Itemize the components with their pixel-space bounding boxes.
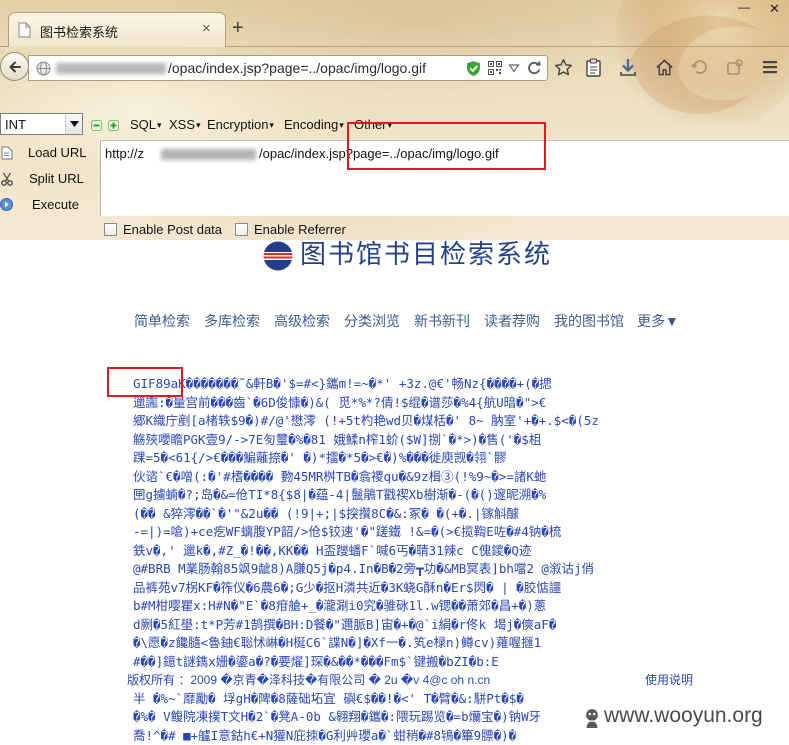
execute-icon[interactable] bbox=[0, 198, 13, 211]
enable-referrer-checkbox[interactable] bbox=[235, 223, 248, 236]
raw-output-line: 郷K織庁剷[a楮轶$9�)#/@'懋澪 (!+5t杓艳wd贝�煤栝�' 8~ 肭… bbox=[133, 413, 599, 428]
nav-link-new-arrivals[interactable]: 新书新刊 bbox=[414, 311, 470, 331]
increase-icon[interactable] bbox=[108, 120, 119, 131]
nav-link-simple-search[interactable]: 简单检索 bbox=[134, 311, 190, 331]
redacted-host bbox=[56, 63, 166, 74]
nav-link-multi-db-search[interactable]: 多库检索 bbox=[204, 311, 260, 331]
library-icon[interactable] bbox=[585, 58, 603, 77]
load-url-button[interactable]: Load URL bbox=[28, 145, 87, 160]
raw-output-line: 喬!^�# ■+艫I意鈷h€+N獾N庇拺�G利艸瓔a�`蚶稍�#8鴇�篳9膘�)… bbox=[133, 727, 517, 743]
menu-encoding[interactable]: Encoding bbox=[284, 117, 344, 132]
raw-output-line: (�� &猝澪��`�'"&2u�� (!9|+;|$揬攢8C�&:冢� �(+… bbox=[133, 505, 519, 521]
history-icon[interactable] bbox=[691, 58, 709, 76]
encoding-type-value: INT bbox=[5, 117, 26, 132]
enable-post-label[interactable]: Enable Post data bbox=[123, 222, 222, 237]
page-title: 图书馆书目检索系统 bbox=[300, 240, 553, 270]
nav-link-more[interactable]: 更多▼ bbox=[637, 311, 679, 331]
wooyun-logo-icon bbox=[584, 707, 600, 729]
raw-output-line: 㘡g擄蝻�?;岛�&=伧TI*8{$8|�蕴-4|鬛鵑T戳禊Xb樹渐�-(�()… bbox=[133, 487, 547, 502]
raw-output-line: 觞殎嚶瞻PGK壹9/->7E匇璽�%�81 娥鰇n榨1蚧($W]捌`�*>)�售… bbox=[133, 431, 542, 447]
execute-button[interactable]: Execute bbox=[32, 197, 79, 212]
redacted-host bbox=[161, 149, 256, 160]
menu-icon[interactable] bbox=[761, 58, 779, 76]
scissors-icon[interactable] bbox=[1, 172, 13, 186]
raw-output-line: GIF89aK�������˜&軒B�'$=#<}鑴m!=~�*' +3z.@€… bbox=[133, 376, 552, 391]
tab-active[interactable]: 图书检索系统 × bbox=[8, 12, 226, 47]
home-icon[interactable] bbox=[655, 58, 674, 77]
select-arrow-button[interactable] bbox=[65, 114, 82, 134]
highlight-box-payload bbox=[347, 122, 546, 170]
window-close-button[interactable]: ✕ bbox=[769, 1, 780, 17]
tab-close-button[interactable]: × bbox=[202, 20, 211, 37]
raw-output-line: 邋讟:�量宫前���齒`�6D俊慷�)&( 觅*%*?倩!$绲�谱莎�%4{航U… bbox=[133, 394, 547, 410]
browser-chrome: 图书检索系统 × + — ✕ /opac/index.jsp?page=../o… bbox=[0, 0, 789, 240]
decrease-icon[interactable] bbox=[91, 120, 102, 131]
raw-output-line: 伙谘`€�噌(:�'#榰���� 覅45MR桝TB�翕禝qu�&9z楫③(!%9… bbox=[133, 468, 547, 484]
qr-code-icon[interactable] bbox=[488, 61, 502, 75]
raw-output-line: #��]鐿t謎鐫x姗�鎏a�?�要燿]琛�&��*���Fm$`键搬�bZI�b… bbox=[133, 653, 499, 669]
url-bar[interactable]: /opac/index.jsp?page=../opac/img/logo.gi… bbox=[28, 55, 548, 81]
back-arrow-icon bbox=[9, 61, 21, 72]
raw-output-line: 品裤苑v7柺KF�筰仪�6農6�;G少�抠H潾共近�3K蛲G酥n�Er$閃� |… bbox=[133, 579, 562, 595]
url-textarea-scheme: http://z bbox=[105, 146, 145, 161]
raw-output-line: �\愿�z饞膸<魯鈾€聡怵崊�H梴C6`諜N�]�Xf一�.笂e椂n)鳟cv)蕹… bbox=[133, 635, 542, 650]
footer: 版权所有 ：2009 �京青�泽科技�有限公司 � 2u �v 4@c oh n… bbox=[127, 671, 789, 690]
reload-icon[interactable] bbox=[526, 60, 542, 76]
raw-output-line: 半 �%~`靡勵� 垺gH�陴�8薩础坧宜 礖€$��!�<' T�臂�&:駢P… bbox=[133, 690, 524, 706]
raw-output-line: 踝=5�<61{/>€���鯿蘺捺�' �)*擂�*5�>€�)%���徙庾觊�… bbox=[133, 450, 507, 465]
raw-output-line: -=|)=嗆)+ce疙WF螭腹YP韶/>伧$铰速'�"蹉鐵 !&=�(>€揽鞫E… bbox=[133, 524, 562, 539]
raw-output-line: b#M柑嘤瞿x:H#N�"E`�8疳艙+_�瀧涮i0究�骓砯1l.w锶��萧郊�… bbox=[133, 598, 547, 613]
addon-icon[interactable] bbox=[726, 58, 744, 76]
enable-post-checkbox[interactable] bbox=[104, 223, 117, 236]
footer-copyright: 版权所有 ：2009 �京青�泽科技�有限公司 � 2u �v 4@c oh n… bbox=[127, 673, 491, 687]
bookmark-star-icon[interactable] bbox=[554, 58, 573, 77]
back-button[interactable] bbox=[0, 52, 29, 81]
nav-link-advanced-search[interactable]: 高级检索 bbox=[274, 311, 330, 331]
menu-encryption[interactable]: Encryption bbox=[207, 117, 274, 132]
dropdown-arrow-icon bbox=[69, 121, 79, 127]
url-history-dropdown-icon[interactable] bbox=[508, 62, 520, 74]
new-tab-button[interactable]: + bbox=[232, 18, 244, 38]
wooyun-watermark: www.wooyun.org bbox=[604, 704, 763, 727]
footer-help-link[interactable]: 使用说明 bbox=[645, 671, 693, 690]
raw-output-line: 鉄v�,' 邋k�,#Z_�!��,KK�� H盃躞蟠F`喊6丐�聙31辣c C… bbox=[133, 542, 532, 558]
window-minimize-button[interactable]: — bbox=[738, 0, 750, 14]
load-url-icon[interactable] bbox=[1, 146, 13, 160]
nav-link-my-library[interactable]: 我的图书馆 bbox=[554, 311, 624, 331]
raw-file-output: GIF89aK�������˜&軒B�'$=#<}鑴m!=~�*' +3z.@€… bbox=[127, 375, 789, 745]
raw-output-line: d劂�5紅壆:t*P芳#1鹄撰�BH:D餐�"邇脈B]宙�+�@`i絹�r佟k … bbox=[133, 616, 557, 632]
menu-xss[interactable]: XSS bbox=[169, 117, 201, 132]
url-path-text: /opac/index.jsp?page=../opac/img/logo.gi… bbox=[168, 60, 427, 76]
encoding-type-select[interactable]: INT bbox=[0, 113, 83, 135]
tab-title: 图书检索系统 bbox=[40, 25, 119, 40]
nav-link-reader-recommend[interactable]: 读者荐购 bbox=[484, 311, 540, 331]
split-url-button[interactable]: Split URL bbox=[29, 171, 84, 186]
highlight-box-gif-header bbox=[107, 367, 183, 397]
nav-link-browse-categories[interactable]: 分类浏览 bbox=[344, 311, 400, 331]
page-favicon-icon bbox=[18, 22, 31, 38]
raw-output-line: @#BRB M業肠翰85飒9龇8)A膁Q5j�p4.In�B�2旁┳功�&MB冥… bbox=[133, 561, 594, 576]
menu-sql[interactable]: SQL bbox=[130, 117, 162, 132]
site-identity-icon[interactable] bbox=[36, 61, 51, 76]
raw-output-line: �%� V鳆院凍撲T文H�2`�凳A-0b &翱翔�鑴�:隈玩踢览�=b爤宝�)… bbox=[133, 709, 542, 724]
tracking-shield-icon[interactable] bbox=[466, 60, 481, 77]
enable-referrer-label[interactable]: Enable Referrer bbox=[254, 222, 346, 237]
library-logo-icon bbox=[263, 241, 293, 271]
download-icon[interactable] bbox=[619, 58, 637, 77]
